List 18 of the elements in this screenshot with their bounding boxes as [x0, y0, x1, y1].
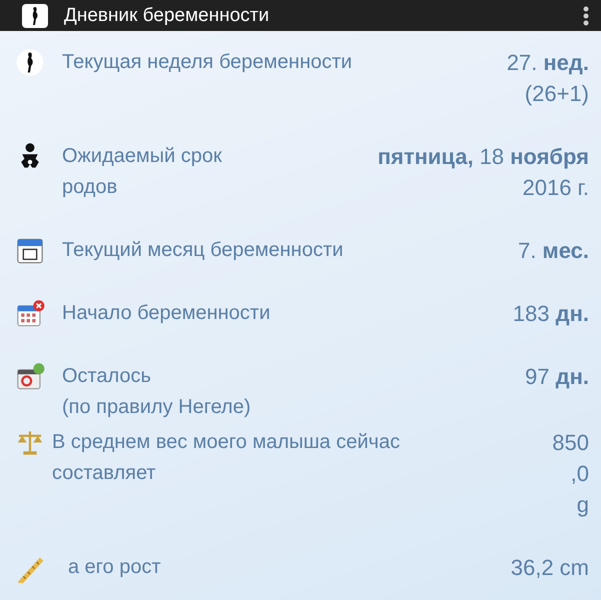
app-logo-icon [22, 4, 48, 28]
stat-value: 36,2 cm [510, 554, 589, 582]
stat-value: 27. нед. (26+1) [506, 49, 589, 108]
figure-icon [14, 47, 46, 78]
stat-label: Текущая неделя беременности [62, 50, 354, 75]
stat-value: 850 ,0 g [552, 429, 589, 519]
stat-label: Начало беременности [62, 301, 272, 326]
stat-value: пятница, 18 ноября 2016 г. [378, 143, 589, 202]
app-title: Дневник беременности [64, 6, 270, 25]
stat-value: 183 дн. [512, 300, 589, 328]
overflow-menu-icon[interactable] [583, 6, 589, 26]
stat-value: 7. мес. [518, 237, 589, 265]
stat-label: Осталось (по правилу Негеле) [62, 364, 252, 420]
stat-label: Текущий месяц беременности [62, 238, 344, 263]
stat-label: В среднем вес моего малыша сейчас составляет [52, 430, 401, 486]
stat-label: а его рост [68, 555, 162, 580]
stat-value: 97 дн. [525, 363, 589, 391]
stat-label: Ожидаемый срок родов [62, 144, 223, 200]
